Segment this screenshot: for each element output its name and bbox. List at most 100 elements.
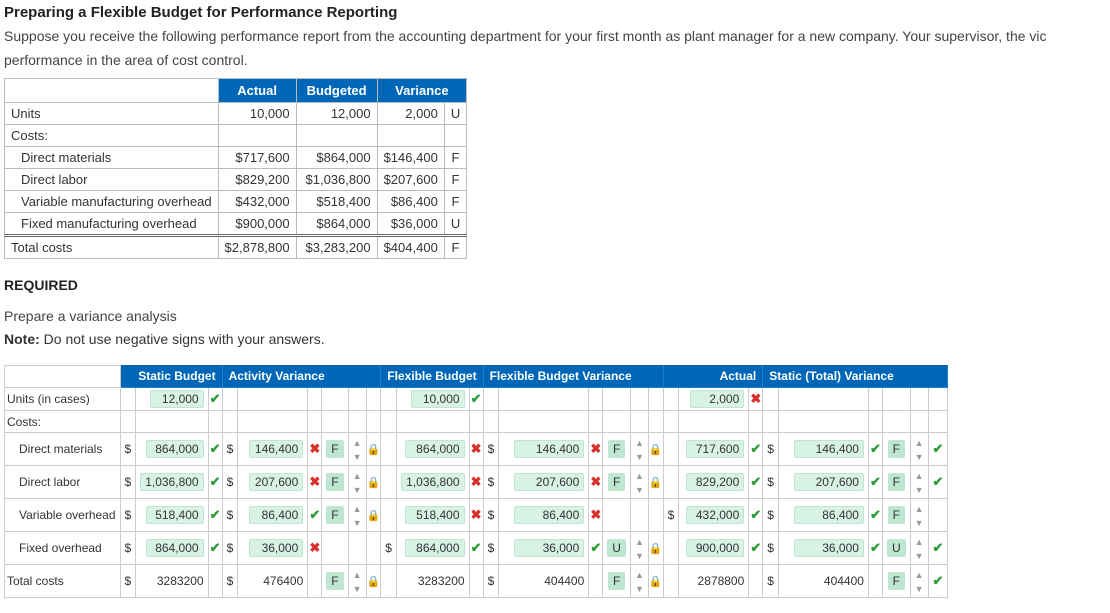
input-box[interactable]: 146,400: [514, 440, 584, 458]
flag-select[interactable]: U: [607, 539, 626, 557]
answer-input[interactable]: 146,400: [499, 433, 589, 466]
input-box[interactable]: 207,600: [249, 473, 303, 491]
sort-toggle[interactable]: ▲▼: [348, 565, 366, 598]
answer-input[interactable]: 86,400: [499, 499, 589, 532]
flag-select[interactable]: F: [888, 473, 905, 491]
input-box[interactable]: 12,000: [150, 390, 204, 408]
input-box[interactable]: 86,400: [514, 506, 584, 524]
flag-select[interactable]: F: [326, 473, 343, 491]
answer-input[interactable]: 86,400: [778, 499, 868, 532]
answer-input[interactable]: 864,000: [136, 433, 208, 466]
answer-input[interactable]: 146,400: [778, 433, 868, 466]
sort-toggle[interactable]: ▲▼: [348, 466, 366, 499]
input-box[interactable]: 900,000: [686, 539, 744, 557]
uf-flag[interactable]: F: [322, 466, 348, 499]
answer-input[interactable]: 207,600: [499, 466, 589, 499]
answer-input[interactable]: 829,200: [679, 466, 749, 499]
flag-select[interactable]: F: [608, 572, 625, 590]
sort-toggle[interactable]: ▲▼: [910, 565, 928, 598]
perf-row-label: Units: [5, 103, 219, 125]
answer-input[interactable]: 2,000: [679, 388, 749, 411]
flag-select[interactable]: F: [326, 506, 343, 524]
sort-toggle[interactable]: ▲▼: [910, 532, 928, 565]
answer-input[interactable]: 36,000: [778, 532, 868, 565]
answer-input[interactable]: 86,400: [238, 499, 308, 532]
uf-flag[interactable]: F: [882, 466, 910, 499]
uf-flag[interactable]: U: [603, 532, 631, 565]
row-label: Direct labor: [5, 466, 121, 499]
blank: [238, 411, 308, 433]
total-cell: 404400: [499, 565, 589, 598]
input-box[interactable]: 207,600: [514, 473, 584, 491]
answer-input[interactable]: 207,600: [778, 466, 868, 499]
flag-select[interactable]: F: [888, 506, 905, 524]
sort-toggle[interactable]: ▲▼: [630, 532, 648, 565]
perf-head-actual: Actual: [218, 79, 296, 103]
input-box[interactable]: 2,000: [690, 390, 744, 408]
answer-input[interactable]: 10,000: [396, 388, 469, 411]
sort-toggle[interactable]: ▲▼: [630, 466, 648, 499]
sort-toggle[interactable]: ▲▼: [910, 466, 928, 499]
answer-input[interactable]: 864,000: [396, 532, 469, 565]
flag-select[interactable]: F: [608, 440, 625, 458]
input-box[interactable]: 518,400: [405, 506, 465, 524]
blank: [648, 411, 663, 433]
answer-input[interactable]: 518,400: [136, 499, 208, 532]
answer-input[interactable]: 900,000: [679, 532, 749, 565]
input-box[interactable]: 864,000: [146, 440, 204, 458]
input-box[interactable]: 36,000: [249, 539, 303, 557]
input-box[interactable]: 146,400: [794, 440, 864, 458]
flag-select[interactable]: F: [326, 440, 343, 458]
flag-select[interactable]: F: [326, 572, 343, 590]
answer-input[interactable]: 1,036,800: [396, 466, 469, 499]
uf-flag[interactable]: F: [322, 433, 348, 466]
answer-input[interactable]: 36,000: [238, 532, 308, 565]
uf-flag[interactable]: F: [603, 565, 631, 598]
uf-flag[interactable]: F: [882, 433, 910, 466]
input-box[interactable]: 1,036,800: [140, 473, 203, 491]
flag-select[interactable]: F: [888, 440, 905, 458]
input-box[interactable]: 36,000: [794, 539, 864, 557]
answer-input[interactable]: 36,000: [499, 532, 589, 565]
input-box[interactable]: 146,400: [249, 440, 303, 458]
uf-flag[interactable]: F: [882, 499, 910, 532]
uf-flag[interactable]: U: [882, 532, 910, 565]
answer-input[interactable]: 717,600: [679, 433, 749, 466]
input-box[interactable]: 829,200: [686, 473, 744, 491]
sort-toggle[interactable]: ▲▼: [348, 499, 366, 532]
input-box[interactable]: 207,600: [794, 473, 864, 491]
answer-input[interactable]: 12,000: [136, 388, 208, 411]
input-box[interactable]: 864,000: [405, 440, 465, 458]
sort-toggle[interactable]: ▲▼: [910, 433, 928, 466]
flag-select[interactable]: F: [608, 473, 625, 491]
input-box[interactable]: 864,000: [146, 539, 204, 557]
input-box[interactable]: 518,400: [146, 506, 204, 524]
uf-flag[interactable]: F: [603, 433, 631, 466]
answer-input[interactable]: 864,000: [396, 433, 469, 466]
input-box[interactable]: 10,000: [411, 390, 465, 408]
input-box[interactable]: 432,000: [686, 506, 744, 524]
input-box[interactable]: 717,600: [686, 440, 744, 458]
flag-select[interactable]: U: [887, 539, 906, 557]
answer-input[interactable]: 518,400: [396, 499, 469, 532]
uf-flag[interactable]: F: [882, 565, 910, 598]
input-box[interactable]: 36,000: [514, 539, 584, 557]
answer-input[interactable]: 864,000: [136, 532, 208, 565]
input-box[interactable]: 864,000: [405, 539, 465, 557]
sort-toggle[interactable]: ▲▼: [630, 433, 648, 466]
flag-select[interactable]: F: [888, 572, 905, 590]
uf-flag[interactable]: F: [322, 499, 348, 532]
blank: [308, 388, 322, 411]
answer-input[interactable]: 207,600: [238, 466, 308, 499]
sort-toggle[interactable]: ▲▼: [910, 499, 928, 532]
sort-toggle[interactable]: ▲▼: [348, 433, 366, 466]
uf-flag[interactable]: F: [322, 565, 348, 598]
answer-input[interactable]: 146,400: [238, 433, 308, 466]
input-box[interactable]: 1,036,800: [401, 473, 464, 491]
sort-toggle[interactable]: ▲▼: [630, 565, 648, 598]
input-box[interactable]: 86,400: [249, 506, 303, 524]
answer-input[interactable]: 432,000: [679, 499, 749, 532]
input-box[interactable]: 86,400: [794, 506, 864, 524]
uf-flag[interactable]: F: [603, 466, 631, 499]
answer-input[interactable]: 1,036,800: [136, 466, 208, 499]
